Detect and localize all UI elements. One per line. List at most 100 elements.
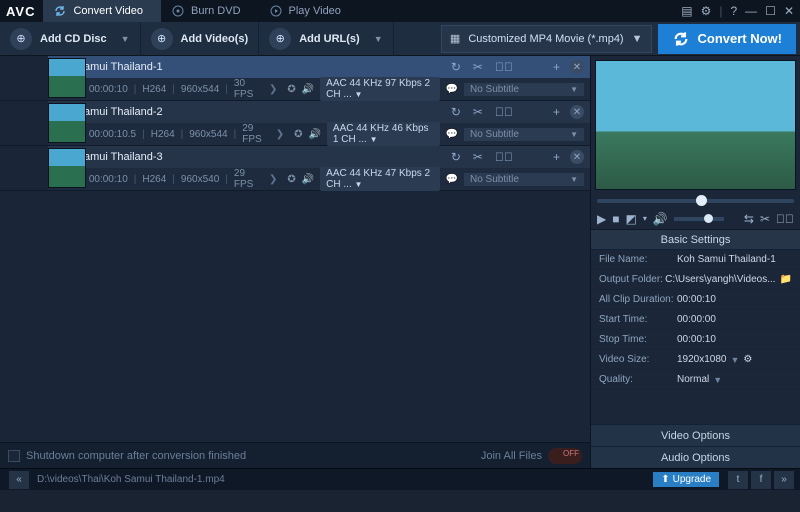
- list-footer: Shutdown computer after conversion finis…: [0, 442, 590, 468]
- video-thumbnail[interactable]: [48, 103, 86, 143]
- audio-icon: 🔊: [308, 129, 320, 140]
- add-videos-button[interactable]: ⊕ Add Video(s): [141, 22, 260, 56]
- video-preview[interactable]: [595, 60, 796, 190]
- crop-icon[interactable]: ✂⃠: [493, 150, 515, 164]
- main-tabs: Convert Video Burn DVD Play Video: [43, 0, 681, 22]
- chevron-right-icon[interactable]: ❯: [269, 84, 277, 95]
- chevron-down-icon[interactable]: ▼: [121, 34, 130, 44]
- filename-field[interactable]: Koh Samui Thailand-1: [677, 254, 776, 265]
- add-icon[interactable]: +: [551, 60, 562, 74]
- close-icon[interactable]: ✕: [784, 4, 794, 18]
- settings-header: Basic Settings: [591, 230, 800, 250]
- refresh-icon[interactable]: ↻: [449, 60, 463, 74]
- snapshot-icon[interactable]: ◩: [625, 212, 636, 226]
- tab-convert-video[interactable]: Convert Video: [43, 0, 161, 22]
- subtitle-select[interactable]: No Subtitle▼: [464, 128, 584, 141]
- volume-icon[interactable]: 🔊: [653, 212, 668, 226]
- next-icon[interactable]: »: [774, 471, 794, 489]
- browse-folder-icon[interactable]: 📁: [780, 274, 792, 285]
- twitter-icon[interactable]: t: [728, 471, 748, 489]
- file-row[interactable]: Koh Samui Thailand-1↻✂✂⃠+✕✓🕘00:00:10|H26…: [0, 56, 590, 101]
- video-size-select[interactable]: 1920x1080: [677, 354, 727, 365]
- video-thumbnail[interactable]: [48, 58, 86, 98]
- file-row[interactable]: Koh Samui Thailand-2↻✂✂⃠+✕✓🕘00:00:10.5|H…: [0, 101, 590, 146]
- chevron-right-icon[interactable]: ❯: [276, 129, 284, 140]
- add-cd-disc-button[interactable]: ⊕ Add CD Disc ▼: [0, 22, 141, 56]
- stop-icon[interactable]: ■: [612, 212, 619, 226]
- add-icon[interactable]: +: [551, 105, 562, 119]
- subtitle-icon: 💬: [446, 174, 458, 185]
- subtitle-select[interactable]: No Subtitle▼: [464, 173, 584, 186]
- trim-icon[interactable]: ✂: [760, 212, 770, 226]
- help-icon[interactable]: ?: [730, 4, 737, 18]
- effects-icon[interactable]: ✪: [294, 129, 302, 140]
- tab-label: Play Video: [289, 5, 341, 17]
- button-label: Add CD Disc: [40, 33, 107, 45]
- refresh-icon[interactable]: ↻: [449, 105, 463, 119]
- shutdown-label: Shutdown computer after conversion finis…: [26, 450, 246, 462]
- remove-icon[interactable]: ✕: [570, 105, 584, 119]
- effects-icon[interactable]: ✪: [287, 174, 295, 185]
- gear-icon[interactable]: ⚙: [701, 4, 712, 18]
- tab-burn-dvd[interactable]: Burn DVD: [161, 0, 259, 22]
- crop-icon[interactable]: ✂⃠: [493, 60, 515, 74]
- disc-icon: [171, 4, 185, 18]
- trim-icon[interactable]: ✂: [471, 60, 485, 74]
- remove-icon[interactable]: ✕: [570, 150, 584, 164]
- menu-icon[interactable]: ▤: [681, 4, 692, 18]
- loop-icon[interactable]: ⇆: [744, 212, 754, 226]
- button-label: Convert Now!: [698, 31, 783, 46]
- facebook-icon[interactable]: f: [751, 471, 771, 489]
- audio-options-button[interactable]: Audio Options: [591, 446, 800, 468]
- chevron-down-icon: ▼: [632, 33, 643, 45]
- audio-select[interactable]: AAC 44 KHz 47 Kbps 2 CH ... ▼: [320, 167, 439, 191]
- video-thumbnail[interactable]: [48, 148, 86, 188]
- tab-play-video[interactable]: Play Video: [259, 0, 359, 22]
- volume-slider[interactable]: [674, 217, 724, 221]
- crop-icon[interactable]: ✂⃠: [776, 212, 794, 226]
- resolution-text: 960x540: [181, 174, 219, 185]
- join-files-toggle[interactable]: [548, 448, 582, 464]
- convert-now-button[interactable]: Convert Now!: [658, 24, 797, 54]
- output-path: C:\Users\yangh\Videos...: [665, 274, 775, 285]
- film-plus-icon: ⊕: [151, 28, 173, 50]
- join-files-label: Join All Files: [481, 450, 542, 462]
- audio-select[interactable]: AAC 44 KHz 46 Kbps 1 CH ... ▼: [327, 122, 440, 146]
- trim-icon[interactable]: ✂: [471, 105, 485, 119]
- chevron-down-icon[interactable]: ▾: [643, 214, 647, 223]
- scrub-bar[interactable]: [591, 194, 800, 208]
- disc-plus-icon: ⊕: [10, 28, 32, 50]
- quality-select[interactable]: Normal: [677, 374, 709, 385]
- file-row[interactable]: Koh Samui Thailand-3↻✂✂⃠+✕✓🕘00:00:10|H26…: [0, 146, 590, 191]
- audio-select[interactable]: AAC 44 KHz 97 Kbps 2 CH ... ▼: [320, 77, 439, 101]
- play-icon[interactable]: ▶: [597, 212, 606, 226]
- unchecked-box[interactable]: [8, 450, 20, 462]
- setting-video-size: Video Size:1920x1080▼ ⚙: [591, 350, 800, 370]
- maximize-icon[interactable]: ☐: [765, 4, 776, 18]
- file-title: Koh Samui Thailand-1: [54, 61, 441, 73]
- upgrade-button[interactable]: ⬆Upgrade: [653, 472, 719, 487]
- output-profile-select[interactable]: ▦ Customized MP4 Movie (*.mp4) ▼: [441, 25, 652, 53]
- chevron-right-icon[interactable]: ❯: [269, 174, 277, 185]
- prev-icon[interactable]: «: [9, 471, 29, 489]
- crop-icon[interactable]: ✂⃠: [493, 105, 515, 119]
- add-icon[interactable]: +: [551, 150, 562, 164]
- refresh-icon[interactable]: ↻: [449, 150, 463, 164]
- effects-icon[interactable]: ✪: [287, 84, 295, 95]
- trim-icon[interactable]: ✂: [471, 150, 485, 164]
- up-arrow-icon: ⬆: [661, 474, 669, 485]
- chevron-down-icon[interactable]: ▼: [374, 34, 383, 44]
- subtitle-select[interactable]: No Subtitle▼: [464, 83, 584, 96]
- file-list-panel: Koh Samui Thailand-1↻✂✂⃠+✕✓🕘00:00:10|H26…: [0, 56, 590, 468]
- minimize-icon[interactable]: ―: [745, 4, 757, 18]
- add-urls-button[interactable]: ⊕ Add URL(s) ▼: [259, 22, 393, 56]
- status-path: D:\videos\Thai\Koh Samui Thailand-1.mp4: [37, 474, 225, 485]
- chevron-down-icon[interactable]: ▼: [731, 355, 740, 365]
- video-options-button[interactable]: Video Options: [591, 424, 800, 446]
- gear-icon[interactable]: ⚙: [743, 354, 752, 365]
- remove-icon[interactable]: ✕: [570, 60, 584, 74]
- chevron-down-icon[interactable]: ▼: [713, 375, 722, 385]
- fps-text: 29 FPS: [234, 168, 259, 190]
- refresh-icon: [672, 30, 690, 48]
- setting-output-folder: Output Folder:C:\Users\yangh\Videos...📁: [591, 270, 800, 290]
